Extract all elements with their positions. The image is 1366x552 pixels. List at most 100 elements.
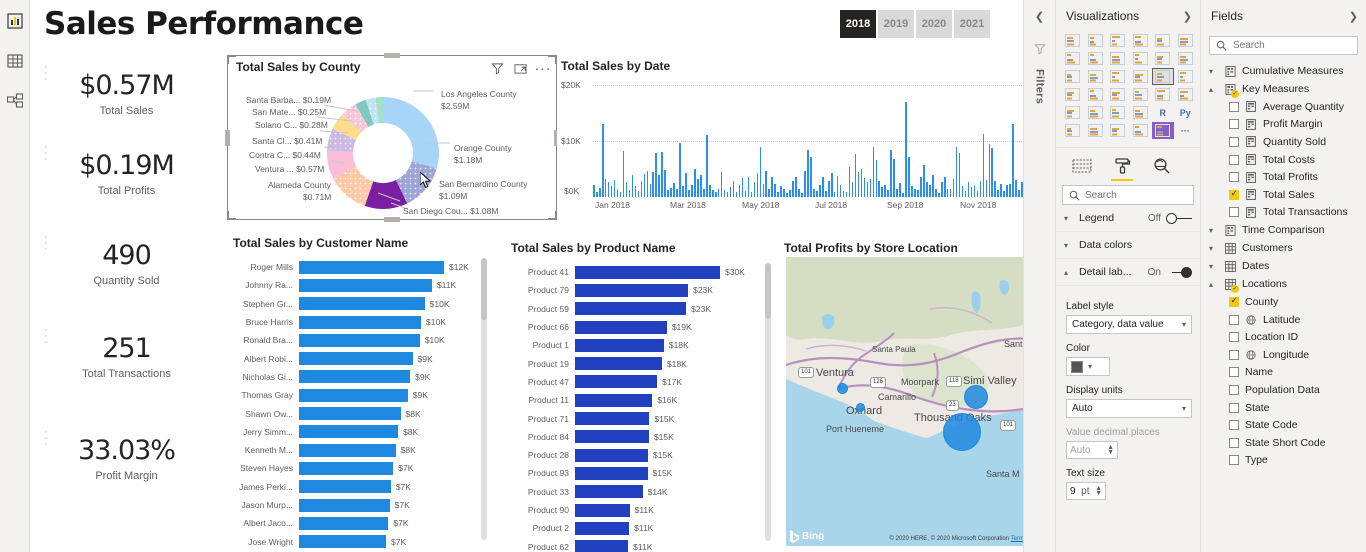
value-decimal-places-stepper[interactable]: Auto ▲ ▼ [1066, 441, 1118, 459]
bar[interactable] [299, 425, 399, 439]
date-bar[interactable] [869, 178, 872, 197]
bar[interactable] [299, 388, 408, 402]
date-bar[interactable] [789, 190, 791, 197]
100-stacked-column-chart-icon[interactable] [1175, 32, 1197, 49]
bar[interactable] [299, 278, 432, 292]
date-bar[interactable] [816, 191, 818, 197]
chevron-down-icon[interactable]: ▾ [1209, 244, 1218, 253]
date-bar[interactable] [961, 186, 964, 197]
filters-pane-collapsed[interactable]: ❮ Filters [1023, 0, 1055, 552]
date-bar[interactable] [723, 189, 726, 197]
table-row[interactable]: Product 71 $15K [505, 409, 761, 427]
map-bubble-simi-valley[interactable] [964, 385, 988, 409]
date-bar[interactable] [964, 191, 967, 197]
date-bar[interactable] [848, 166, 851, 197]
date-bar[interactable] [783, 189, 785, 197]
bar[interactable] [299, 535, 386, 549]
table-row[interactable]: Albert Jaco... $7K [227, 514, 477, 532]
date-bar[interactable] [887, 189, 889, 197]
date-bar[interactable] [1006, 184, 1008, 197]
field-item-total-costs[interactable]: Total Costs [1201, 151, 1366, 169]
date-bar[interactable] [934, 188, 937, 197]
field-item-profit-margin[interactable]: Profit Margin [1201, 116, 1366, 134]
date-bar[interactable] [923, 164, 925, 197]
date-bar[interactable] [649, 184, 652, 197]
fields-table-cumulative-measures[interactable]: ▾ Cumulative Measures [1201, 62, 1366, 80]
field-item-name[interactable]: Name [1201, 364, 1366, 382]
table-row[interactable]: Product 2 $11K [505, 519, 761, 537]
qna-icon[interactable] [1107, 122, 1129, 139]
visual-total-sales-by-product[interactable]: Total Sales by Product Name Product 41 $3… [505, 237, 773, 552]
more-options-icon[interactable]: ··· [44, 325, 48, 348]
date-bar[interactable] [872, 147, 875, 197]
date-bar[interactable] [827, 181, 830, 197]
date-bar[interactable] [896, 188, 898, 197]
fields-table-customers[interactable]: ▾ Customers [1201, 239, 1366, 257]
table-row[interactable]: Product 93 $15K [505, 464, 761, 482]
vertical-scrollbar[interactable] [765, 263, 771, 541]
date-bar[interactable] [908, 157, 910, 197]
table-row[interactable]: Jose Wright $7K [227, 532, 477, 550]
date-bar[interactable] [598, 188, 601, 197]
waterfall-chart-icon[interactable] [1062, 68, 1084, 85]
date-bar[interactable] [1009, 183, 1011, 197]
bar[interactable] [575, 448, 648, 462]
field-checkbox[interactable] [1229, 295, 1239, 307]
table-row[interactable]: Kenneth M... $8K [227, 441, 477, 459]
date-bar[interactable] [854, 154, 857, 197]
date-bar[interactable] [890, 149, 892, 197]
kpi-card-total-profits[interactable]: · · · $0.19M Total Profits [44, 142, 209, 198]
bar[interactable] [299, 407, 401, 421]
paint-roller-icon[interactable] [1110, 155, 1134, 181]
date-bar[interactable] [643, 174, 646, 197]
bar[interactable] [575, 338, 664, 352]
area-chart-icon[interactable] [1085, 50, 1107, 67]
date-bar[interactable] [673, 183, 675, 197]
date-bar[interactable] [976, 190, 979, 197]
bar[interactable] [299, 333, 420, 347]
date-bar[interactable] [997, 190, 1000, 197]
table-row[interactable]: Ronald Bra... $10K [227, 331, 477, 349]
table-row[interactable]: Albert Robi... $9K [227, 349, 477, 367]
date-bar-series[interactable] [593, 85, 1023, 197]
table-row[interactable]: Product 90 $11K [505, 501, 761, 519]
date-bar[interactable] [958, 152, 961, 197]
table-row[interactable]: Bruce Harris $10K [227, 313, 477, 331]
field-item-quantity-sold[interactable]: Quantity Sold [1201, 133, 1366, 151]
date-bar[interactable] [792, 181, 794, 197]
field-item-average-quantity[interactable]: Average Quantity [1201, 98, 1366, 116]
stepper-arrows-icon[interactable]: ▲ ▼ [1107, 444, 1114, 456]
slicer-option-2021[interactable]: 2021 [954, 10, 990, 38]
arcgis-map-icon[interactable] [1130, 122, 1152, 139]
date-bar[interactable] [810, 156, 812, 197]
date-bar[interactable] [708, 184, 711, 197]
treemap-icon[interactable] [1175, 68, 1197, 85]
format-section-legend[interactable]: ▾ Legend Off [1056, 205, 1200, 232]
resize-handle-top[interactable] [384, 53, 400, 58]
chevron-right-icon[interactable]: ❯ [1349, 10, 1358, 23]
date-bar[interactable] [735, 191, 738, 197]
date-bar[interactable] [819, 184, 821, 197]
date-bar[interactable] [777, 191, 779, 197]
matrix-icon[interactable] [1130, 104, 1152, 121]
table-row[interactable]: Product 11 $16K [505, 391, 761, 409]
field-item-total-transactions[interactable]: Total Transactions [1201, 204, 1366, 222]
date-bar[interactable] [952, 178, 955, 197]
date-bar[interactable] [994, 180, 997, 197]
date-bar[interactable] [801, 192, 803, 197]
format-search-input[interactable] [1085, 189, 1187, 201]
date-bar[interactable] [774, 183, 776, 197]
field-checkbox[interactable] [1229, 154, 1239, 165]
date-bar[interactable] [593, 184, 595, 197]
bar[interactable] [575, 466, 648, 480]
ribbon-chart-icon[interactable] [1175, 50, 1197, 67]
field-checkbox[interactable] [1229, 349, 1239, 360]
line-clustered-column-chart-icon[interactable] [1152, 50, 1174, 67]
python-visual-icon[interactable]: Py [1175, 104, 1197, 121]
field-checkbox[interactable] [1229, 119, 1239, 130]
date-bar[interactable] [700, 175, 702, 197]
date-bar[interactable] [780, 185, 782, 197]
product-bar-list[interactable]: Product 41 $30K Product 79 $23K Product 59 $2… [505, 263, 761, 552]
label-style-select[interactable]: Category, data value ▾ [1066, 315, 1192, 334]
field-checkbox[interactable] [1229, 188, 1239, 200]
